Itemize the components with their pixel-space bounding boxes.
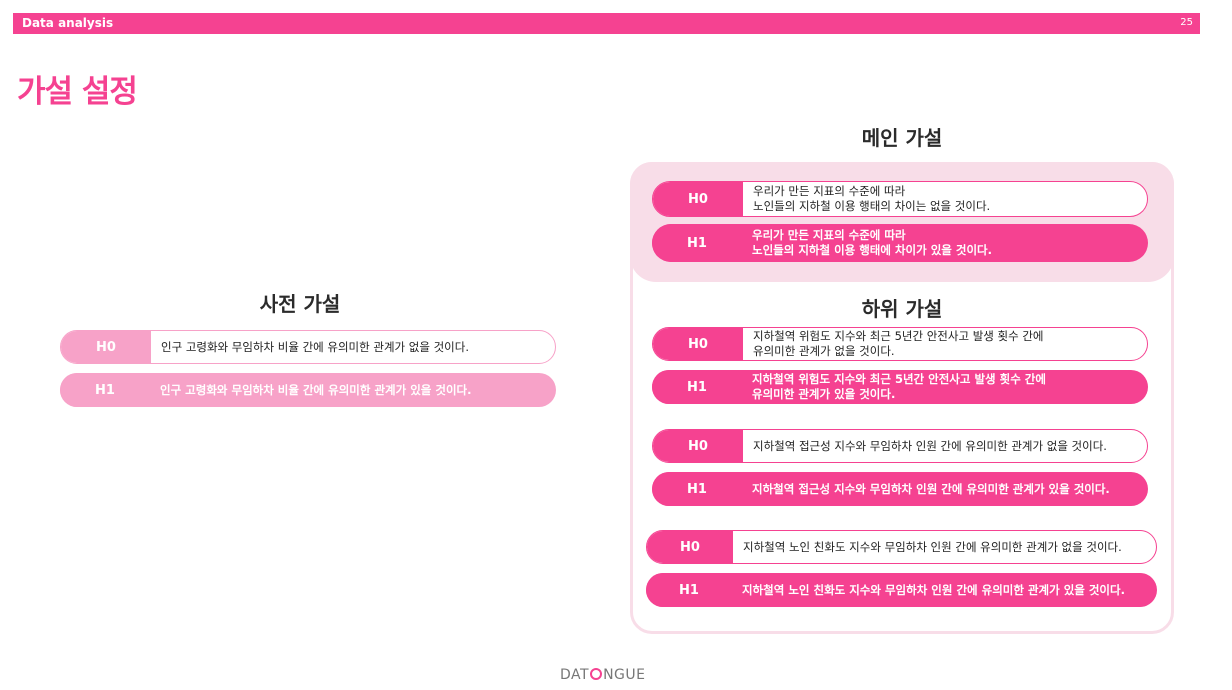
main-h0-pill: H0 우리가 만든 지표의 수준에 따라 노인들의 지하철 이용 행태의 차이는…: [652, 181, 1148, 217]
prior-h1-tag: H1: [60, 373, 150, 407]
sub3-h0-tag: H0: [647, 531, 733, 563]
sub2-h0-pill: H0 지하철역 접근성 지수와 무임하차 인원 간에 유의미한 관계가 없을 것…: [652, 429, 1148, 463]
header-bar: Data analysis 25: [13, 13, 1200, 34]
prior-h0-pill: H0 인구 고령화와 무임하차 비율 간에 유의미한 관계가 없을 것이다.: [60, 330, 556, 364]
sub3-h1-tag: H1: [646, 573, 732, 607]
main-h1-pill: H1 우리가 만든 지표의 수준에 따라 노인들의 지하철 이용 행태에 차이가…: [652, 224, 1148, 262]
sub1-h0-pill: H0 지하철역 위험도 지수와 최근 5년간 안전사고 발생 횟수 간에 유의미…: [652, 327, 1148, 361]
logo-left: DAT: [560, 667, 590, 683]
prior-h1-pill: H1 인구 고령화와 무임하차 비율 간에 유의미한 관계가 있을 것이다.: [60, 373, 556, 407]
logo-mark-icon: [590, 668, 603, 680]
prior-h0-tag: H0: [61, 331, 151, 363]
page-number: 25: [1180, 17, 1193, 28]
sub2-h0-tag: H0: [653, 430, 743, 462]
sub2-h1-text: 지하철역 접근성 지수와 무임하차 인원 간에 유의미한 관계가 있을 것이다.: [752, 481, 1110, 496]
sub3-h1-pill: H1 지하철역 노인 친화도 지수와 무임하차 인원 간에 유의미한 관계가 있…: [646, 573, 1157, 607]
header-label: Data analysis: [22, 16, 114, 30]
sub1-h1-text: 지하철역 위험도 지수와 최근 5년간 안전사고 발생 횟수 간에 유의미한 관…: [752, 372, 1046, 401]
sub-hypothesis-title: 하위 가설: [861, 297, 943, 321]
logo-right: NGUE: [603, 667, 646, 683]
sub2-h0-text: 지하철역 접근성 지수와 무임하차 인원 간에 유의미한 관계가 없을 것이다.: [753, 438, 1107, 453]
sub1-h0-text: 지하철역 위험도 지수와 최근 5년간 안전사고 발생 횟수 간에 유의미한 관…: [753, 329, 1044, 358]
sub2-h1-tag: H1: [652, 472, 742, 506]
sub2-h1-pill: H1 지하철역 접근성 지수와 무임하차 인원 간에 유의미한 관계가 있을 것…: [652, 472, 1148, 506]
sub3-h0-text: 지하철역 노인 친화도 지수와 무임하차 인원 간에 유의미한 관계가 없을 것…: [743, 539, 1122, 554]
main-h0-text: 우리가 만든 지표의 수준에 따라 노인들의 지하철 이용 행태의 차이는 없을…: [753, 184, 991, 213]
sub1-h1-tag: H1: [652, 370, 742, 404]
prior-hypothesis-title: 사전 가설: [259, 292, 341, 316]
main-h1-tag: H1: [652, 224, 742, 262]
main-h0-tag: H0: [653, 182, 743, 216]
main-hypothesis-panel: [630, 162, 1174, 282]
prior-h0-text: 인구 고령화와 무임하차 비율 간에 유의미한 관계가 없을 것이다.: [161, 339, 469, 354]
datongue-logo: DAT NGUE: [560, 667, 646, 683]
sub3-h0-pill: H0 지하철역 노인 친화도 지수와 무임하차 인원 간에 유의미한 관계가 없…: [646, 530, 1157, 564]
prior-h1-text: 인구 고령화와 무임하차 비율 간에 유의미한 관계가 있을 것이다.: [160, 382, 472, 397]
sub1-h1-pill: H1 지하철역 위험도 지수와 최근 5년간 안전사고 발생 횟수 간에 유의미…: [652, 370, 1148, 404]
main-hypothesis-title: 메인 가설: [861, 126, 943, 150]
sub1-h0-tag: H0: [653, 328, 743, 360]
sub3-h1-text: 지하철역 노인 친화도 지수와 무임하차 인원 간에 유의미한 관계가 있을 것…: [742, 582, 1125, 597]
main-h1-text: 우리가 만든 지표의 수준에 따라 노인들의 지하철 이용 행태에 차이가 있을…: [752, 228, 992, 257]
page-title: 가설 설정: [17, 74, 138, 110]
